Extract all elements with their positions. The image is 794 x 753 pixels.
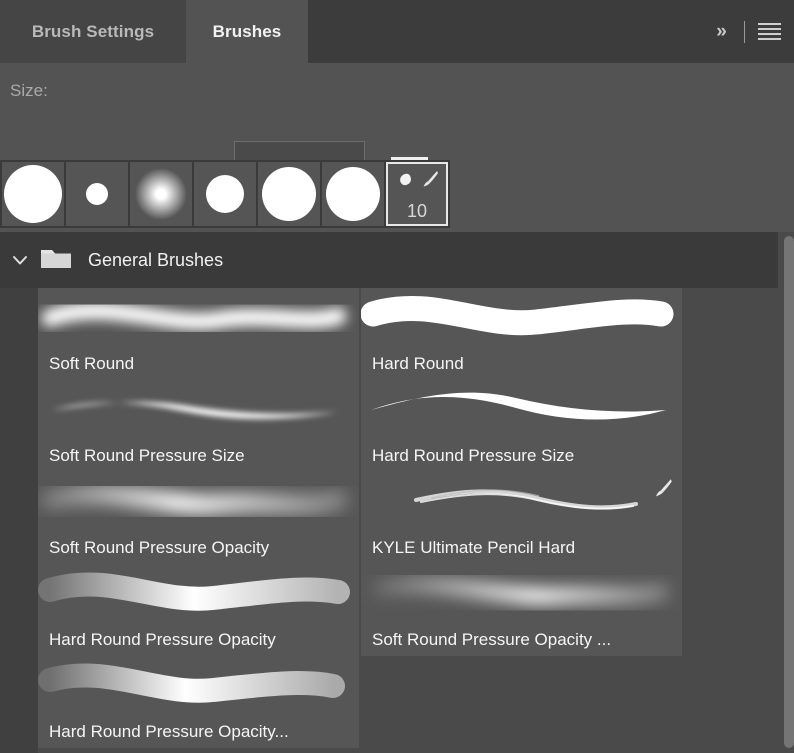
folder-icon: [40, 246, 72, 275]
brush-glyph: [655, 479, 672, 497]
brush-preset-strip: 10: [0, 160, 450, 228]
brush-tip-thumbnail: [206, 175, 244, 213]
preset-tile-current-brush-tip[interactable]: 10: [386, 162, 448, 226]
preset-tile-hard-round-tiny[interactable]: [66, 162, 128, 226]
tab-brushes-label: Brushes: [212, 21, 282, 41]
brush-item-hard-round[interactable]: Hard Round: [361, 288, 682, 380]
brush-stroke-preview: [38, 288, 359, 348]
brush-item-label: Hard Round: [372, 354, 464, 373]
preset-tile-hard-round-small[interactable]: [194, 162, 256, 226]
hamburger-line: [757, 38, 781, 40]
preset-tile-hard-round-big-2[interactable]: [322, 162, 384, 226]
chevron-down-icon[interactable]: [0, 249, 40, 271]
brush-glyph: [423, 171, 438, 187]
tab-brushes[interactable]: Brushes: [186, 0, 308, 63]
brush-stroke-preview: [38, 472, 359, 532]
brush-item-label: Soft Round Pressure Opacity: [49, 538, 270, 557]
collapse-to-icons-icon[interactable]: »: [702, 12, 740, 52]
brush-stroke-preview: [361, 288, 682, 348]
brush-tip-thumbnail: [262, 167, 316, 221]
preset-tile-soft-round-medium[interactable]: [130, 162, 192, 226]
brush-group-header[interactable]: General Brushes: [0, 232, 794, 288]
brush-item-label: Hard Round Pressure Opacity: [49, 630, 276, 649]
brush-list-scrollbar-track[interactable]: [778, 232, 794, 753]
brush-list-scrollbar-thumb[interactable]: [784, 236, 794, 748]
brush-item-soft-round-pressure-opacity[interactable]: Soft Round Pressure Opacity: [38, 472, 359, 564]
brush-tip-thumbnail: [4, 165, 62, 223]
brush-grid-row: Soft Round Hard Round: [38, 288, 684, 380]
brush-stroke-preview: [361, 564, 682, 624]
brush-item-label: Soft Round Pressure Size: [49, 446, 245, 465]
panel-menu-icon[interactable]: [754, 17, 784, 47]
hamburger-line: [757, 28, 781, 30]
brush-item-kyle-ultimate-pencil-hard[interactable]: KYLE Ultimate Pencil Hard: [361, 472, 682, 564]
header-divider: [744, 20, 745, 43]
brush-icon: [652, 477, 674, 504]
brush-list: Soft Round Hard Round Soft Round Pressur…: [0, 288, 794, 753]
preset-tile-hard-round-large[interactable]: [2, 162, 64, 226]
preset-size-label: 10: [406, 201, 428, 221]
brush-grid-empty-cell: [361, 656, 682, 748]
folder-glyph: [41, 249, 71, 268]
brush-item-soft-round[interactable]: Soft Round: [38, 288, 359, 380]
tab-brush-settings[interactable]: Brush Settings: [0, 0, 186, 63]
brush-tip-thumbnail: [326, 167, 380, 221]
brush-grid: Soft Round Hard Round Soft Round Pressur…: [38, 288, 684, 748]
brush-item-label: Hard Round Pressure Opacity...: [49, 722, 289, 741]
hamburger-line: [757, 33, 781, 35]
size-label: Size:: [10, 81, 48, 100]
brush-item-label: KYLE Ultimate Pencil Hard: [372, 538, 576, 557]
brush-grid-row: Hard Round Pressure Opacity Soft Round P…: [38, 564, 684, 656]
brush-item-hard-round-pressure-opacity[interactable]: Hard Round Pressure Opacity: [38, 564, 359, 656]
brush-item-hard-round-pressure-size[interactable]: Hard Round Pressure Size: [361, 380, 682, 472]
brush-group-title: General Brushes: [88, 249, 224, 270]
hamburger-line: [757, 23, 781, 25]
brush-stroke-preview: [38, 656, 359, 716]
brush-stroke-preview: [38, 564, 359, 624]
tab-brush-settings-label: Brush Settings: [31, 21, 155, 41]
brush-grid-row: Hard Round Pressure Opacity...: [38, 656, 684, 748]
brush-tip-thumbnail: [135, 168, 187, 220]
brush-stroke-preview: [361, 472, 682, 532]
panel-tab-bar: Brush Settings Brushes »: [0, 0, 794, 63]
collapse-chevrons-glyph: »: [716, 20, 727, 42]
preset-tile-hard-round-big[interactable]: [258, 162, 320, 226]
brush-item-label: Soft Round Pressure Opacity ...: [372, 630, 612, 649]
brush-tip-thumbnail: [86, 183, 108, 205]
brush-item-hard-round-pressure-opacity-flow[interactable]: Hard Round Pressure Opacity...: [38, 656, 359, 748]
brush-item-soft-round-pressure-opacity-flow[interactable]: Soft Round Pressure Opacity ...: [361, 564, 682, 656]
brush-grid-row: Soft Round Pressure Size Hard Round Pres…: [38, 380, 684, 472]
brush-stroke-preview: [38, 380, 359, 440]
panel-header-controls: »: [702, 0, 794, 63]
brush-item-label: Soft Round: [49, 354, 135, 373]
brush-grid-row: Soft Round Pressure Opacity KYLE Ultimat…: [38, 472, 684, 564]
brush-item-label: Hard Round Pressure Size: [372, 446, 575, 465]
size-control-area: Size:: [0, 63, 794, 200]
brush-item-soft-round-pressure-size[interactable]: Soft Round Pressure Size: [38, 380, 359, 472]
brush-stroke-preview: [361, 380, 682, 440]
brush-tip-shape-icon: [398, 172, 413, 187]
group-indent-rail: [0, 288, 38, 753]
chevron-down-glyph: [13, 256, 27, 265]
brush-icon: [420, 169, 440, 194]
